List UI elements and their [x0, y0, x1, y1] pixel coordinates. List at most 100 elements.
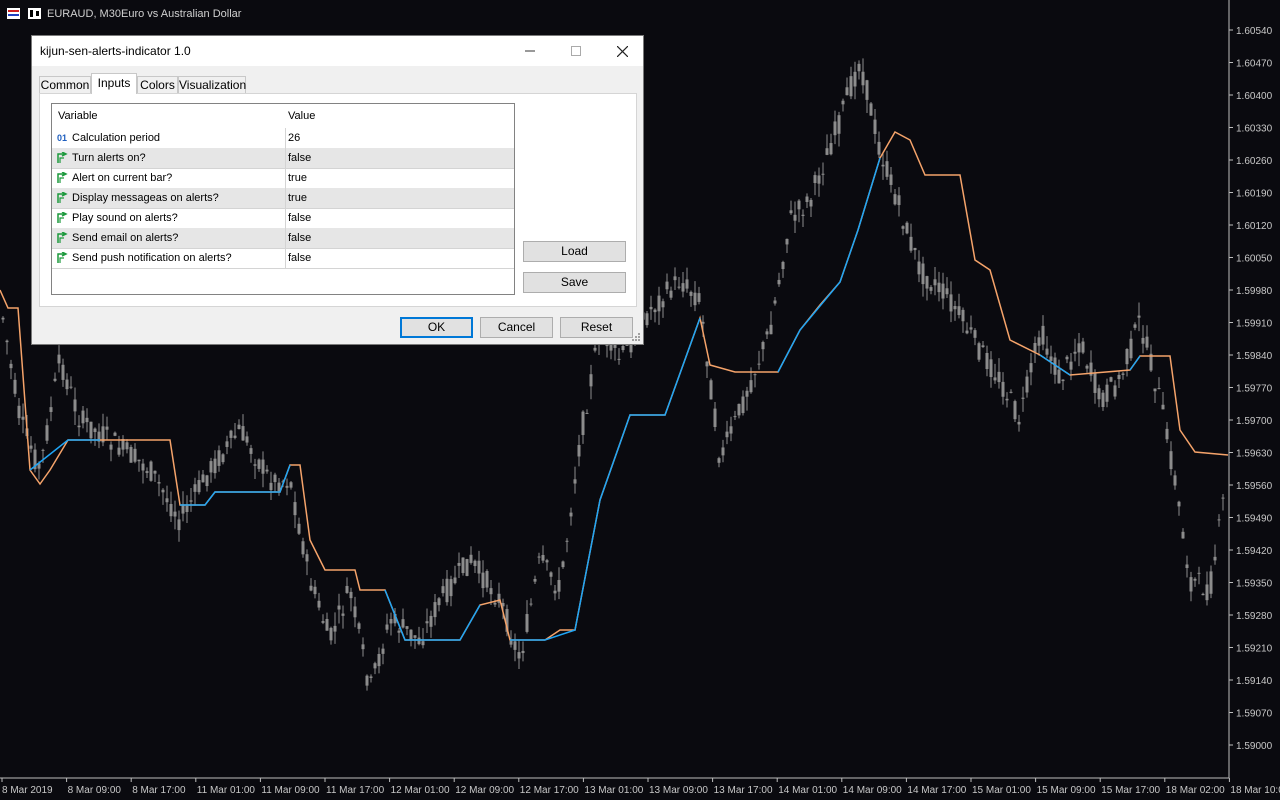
- candle-body: [825, 148, 829, 155]
- dialog-titlebar[interactable]: kijun-sen-alerts-indicator 1.0: [32, 36, 643, 66]
- candle-body: [297, 523, 301, 534]
- load-button[interactable]: Load: [523, 241, 626, 262]
- close-button[interactable]: [599, 36, 645, 66]
- value-column-header[interactable]: Value: [283, 104, 514, 128]
- tab-visualization[interactable]: Visualization: [178, 76, 246, 93]
- candle-body: [565, 540, 569, 542]
- candle-body: [1057, 369, 1061, 384]
- candle-body: [705, 361, 709, 367]
- row-value[interactable]: false: [285, 148, 514, 168]
- candle-body: [233, 435, 237, 438]
- candle-body: [413, 635, 417, 638]
- grid-row[interactable]: Display messageas on alerts? true: [52, 188, 514, 208]
- time-label: 15 Mar 09:00: [1037, 785, 1096, 796]
- price-label: 1.59210: [1236, 644, 1273, 655]
- candle-body: [661, 301, 665, 308]
- candle-body: [421, 641, 425, 646]
- grid-row[interactable]: Play sound on alerts? false: [52, 208, 514, 228]
- time-label: 15 Mar 17:00: [1101, 785, 1160, 796]
- candle-body: [241, 426, 245, 441]
- maximize-button[interactable]: [553, 36, 599, 66]
- candle-body: [417, 637, 421, 645]
- candle-body: [493, 602, 497, 605]
- candle-body: [209, 461, 213, 473]
- candle-body: [889, 174, 893, 185]
- candle-body: [593, 347, 597, 351]
- window-menu-icon[interactable]: [7, 8, 20, 19]
- row-variable: Calculation period: [72, 132, 161, 144]
- tab-inputs[interactable]: Inputs: [91, 73, 137, 94]
- candle-body: [529, 603, 533, 605]
- candle-body: [657, 295, 661, 312]
- row-value[interactable]: false: [285, 228, 514, 248]
- row-value[interactable]: 26: [285, 128, 514, 148]
- row-value[interactable]: false: [285, 208, 514, 228]
- candle-body: [917, 261, 921, 275]
- chart-symbol-description: Euro vs Australian Dollar: [121, 8, 242, 20]
- candle-body: [1157, 388, 1161, 390]
- candle-body: [793, 214, 797, 221]
- grid-header: Variable Value: [52, 104, 514, 128]
- grid-row[interactable]: 01 Calculation period 26: [52, 128, 514, 148]
- candle-body: [1117, 374, 1121, 380]
- grid-row[interactable]: Send email on alerts? false: [52, 228, 514, 248]
- candle-body: [429, 615, 433, 627]
- grid-row[interactable]: Send push notification on alerts? false: [52, 248, 514, 268]
- candle-body: [69, 386, 73, 388]
- candle-body: [293, 502, 297, 516]
- candle-body: [1, 317, 5, 320]
- chart-type-icon[interactable]: [28, 8, 41, 19]
- candle-body: [549, 572, 553, 577]
- cancel-button[interactable]: Cancel: [480, 317, 553, 338]
- candle-body: [961, 309, 965, 322]
- candle-body: [997, 371, 1001, 383]
- row-value[interactable]: true: [285, 188, 514, 208]
- time-label: 14 Mar 01:00: [778, 785, 837, 796]
- candle-body: [301, 541, 305, 555]
- minimize-button[interactable]: [507, 36, 553, 66]
- candle-body: [129, 447, 133, 463]
- candle-body: [801, 214, 805, 216]
- candle-body: [1181, 531, 1185, 539]
- candle-body: [645, 313, 649, 326]
- candle-body: [957, 306, 961, 316]
- row-value[interactable]: false: [285, 248, 514, 268]
- candle-body: [885, 161, 889, 177]
- price-label: 1.60470: [1236, 59, 1273, 70]
- candle-body: [1001, 381, 1005, 397]
- reset-button[interactable]: Reset: [560, 317, 633, 338]
- time-label: 14 Mar 17:00: [907, 785, 966, 796]
- candle-body: [725, 431, 729, 438]
- candle-body: [585, 412, 589, 414]
- candle-body: [133, 448, 137, 462]
- candle-body: [217, 450, 221, 466]
- grid-row[interactable]: Alert on current bar? true: [52, 168, 514, 188]
- candle-body: [537, 556, 541, 558]
- candle-body: [1125, 348, 1129, 365]
- inputs-grid[interactable]: Variable Value 01 Calculation period 26 Tur…: [51, 103, 515, 295]
- ok-button[interactable]: OK: [400, 317, 473, 338]
- variable-column-header[interactable]: Variable: [58, 104, 263, 128]
- candle-body: [345, 585, 349, 593]
- candle-body: [561, 561, 565, 568]
- chart-symbol-title: EURAUD, M30:: [47, 8, 124, 20]
- candle-body: [729, 426, 733, 434]
- candle-body: [953, 306, 957, 310]
- candle-body: [717, 458, 721, 463]
- candle-body: [821, 173, 825, 175]
- resize-grip-icon[interactable]: [631, 332, 641, 342]
- save-button[interactable]: Save: [523, 272, 626, 293]
- candle-body: [61, 364, 65, 380]
- candle-body: [477, 560, 481, 574]
- candle-body: [365, 675, 369, 686]
- candle-body: [921, 263, 925, 285]
- candle-body: [441, 586, 445, 594]
- candle-body: [453, 577, 457, 584]
- price-label: 1.60540: [1236, 26, 1273, 37]
- row-value[interactable]: true: [285, 168, 514, 188]
- tab-common[interactable]: Common: [39, 76, 91, 93]
- grid-row[interactable]: Turn alerts on? false: [52, 148, 514, 168]
- candle-body: [389, 619, 393, 624]
- tab-colors[interactable]: Colors: [137, 76, 178, 93]
- time-label: 12 Mar 09:00: [455, 785, 514, 796]
